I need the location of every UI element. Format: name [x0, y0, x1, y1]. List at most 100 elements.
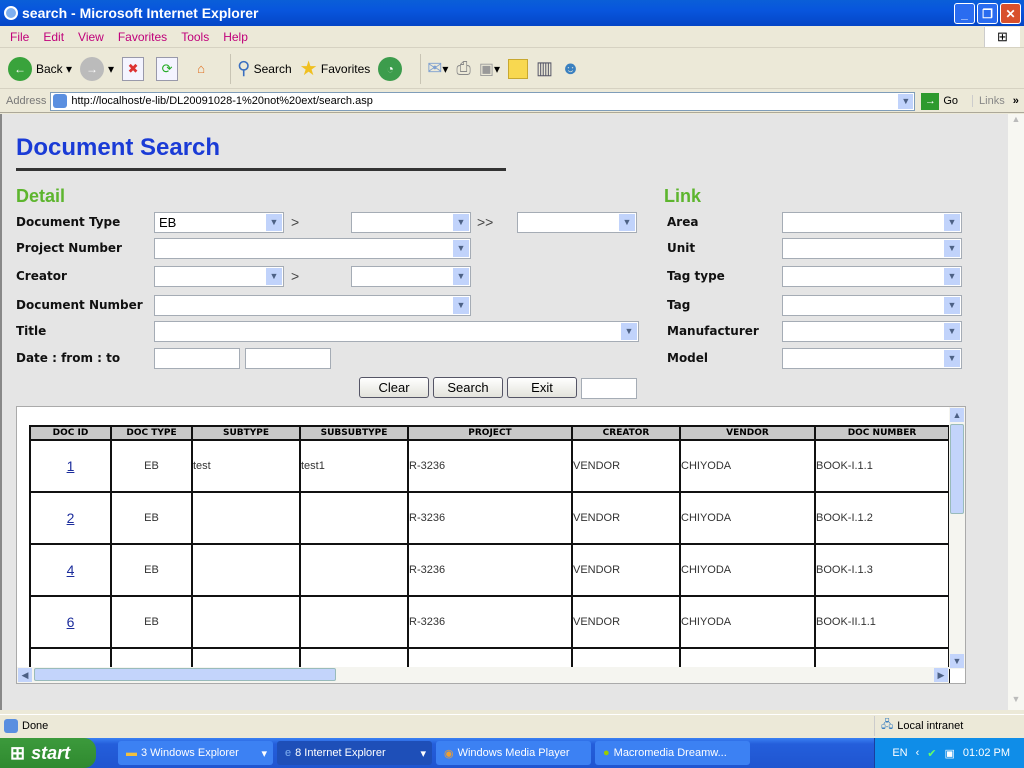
task-windows-explorer[interactable]: ▬ 3 Windows Explorer ▾ — [118, 741, 273, 765]
cell-subsubtype — [299, 595, 409, 649]
edit-icon[interactable]: ▣ — [479, 59, 494, 79]
separator: > — [291, 214, 300, 230]
tag-select[interactable]: ▼ — [782, 295, 962, 316]
document-subtype-select[interactable]: ▼ — [351, 212, 471, 233]
favorites-button[interactable]: ★ Favorites — [300, 56, 371, 81]
page-title: Document Search — [16, 134, 221, 161]
mail-icon[interactable]: ✉ — [427, 58, 442, 79]
cell-creator: VENDOR — [571, 491, 681, 545]
start-button[interactable]: ⊞ start — [0, 738, 96, 768]
model-select[interactable]: ▼ — [782, 348, 962, 369]
column-header: SUBTYPE — [191, 425, 301, 441]
menu-view[interactable]: View — [78, 30, 104, 44]
results-horizontal-scrollbar[interactable]: ◀ ▶ — [17, 667, 949, 683]
document-number-select[interactable]: ▼ — [154, 295, 471, 316]
search-button[interactable]: ⚲ Search — [237, 58, 292, 79]
language-indicator[interactable]: EN — [892, 747, 907, 759]
chevron-right-icon[interactable]: » — [1013, 95, 1019, 107]
results-vertical-scrollbar[interactable]: ▲ ▼ — [949, 407, 965, 669]
chevron-down-icon[interactable]: ▼ — [898, 93, 914, 109]
dreamweaver-icon: ● — [603, 747, 610, 759]
menu-tools[interactable]: Tools — [181, 30, 209, 44]
area-label: Area — [667, 215, 699, 229]
restore-button[interactable]: ❐ — [977, 3, 998, 24]
links-button[interactable]: Links — [972, 95, 1005, 107]
scroll-thumb[interactable] — [950, 424, 964, 514]
note-icon[interactable] — [507, 58, 528, 79]
column-header: DOC NUMBER — [814, 425, 950, 441]
manufacturer-select[interactable]: ▼ — [782, 321, 962, 342]
network-icon[interactable]: ▣ — [945, 747, 955, 760]
scroll-down-icon[interactable]: ▼ — [950, 654, 964, 668]
page-content: Document Search Detail Link Document Typ… — [0, 114, 1008, 710]
menu-edit[interactable]: Edit — [43, 30, 64, 44]
status-text: Done — [22, 719, 49, 732]
cell-project: R-3236 — [407, 439, 573, 493]
manufacturer-label: Manufacturer — [667, 324, 759, 338]
table-row: 4 EB R-3236 VENDOR CHIYODA BOOK-I.1.3 — [29, 543, 950, 597]
go-button[interactable]: → Go — [921, 92, 958, 110]
clear-button[interactable]: Clear — [359, 377, 429, 398]
menu-favorites[interactable]: Favorites — [118, 30, 167, 44]
doc-id-link[interactable]: 2 — [67, 510, 75, 526]
menu-help[interactable]: Help — [223, 30, 248, 44]
refresh-icon[interactable]: ⟳ — [156, 56, 179, 81]
chevron-down-icon: ▼ — [621, 323, 637, 340]
back-button[interactable]: ← Back ▾ — [8, 56, 72, 81]
chevron-down-icon: ▼ — [453, 297, 469, 314]
scroll-thumb[interactable] — [34, 668, 336, 681]
search-button[interactable]: Search — [433, 377, 503, 398]
cell-docnum: BOOK-I.1.1 — [814, 439, 950, 493]
cell-vendor: CHIYODA — [679, 491, 816, 545]
exit-button[interactable]: Exit — [507, 377, 577, 398]
toolbar: ← Back ▾ → ▾ ✖ ⟳ ⌂ ⚲ Search ★ Favorites ◔ … — [0, 49, 1024, 89]
creator-label: Creator — [16, 269, 67, 283]
cell-vendor: CHIYODA — [679, 595, 816, 649]
scroll-up-icon[interactable]: ▲ — [950, 408, 964, 422]
history-icon[interactable]: ◔ — [378, 56, 403, 81]
date-to-input[interactable] — [245, 348, 331, 369]
scroll-right-icon[interactable]: ▶ — [934, 668, 948, 682]
area-select[interactable]: ▼ — [782, 212, 962, 233]
task-dreamweaver[interactable]: ● Macromedia Dreamw... — [595, 741, 750, 765]
cell-type: EB — [110, 439, 193, 493]
task-media-player[interactable]: ◉ Windows Media Player — [436, 741, 591, 765]
doc-id-link[interactable]: 4 — [67, 562, 75, 578]
scroll-down-icon[interactable]: ▼ — [1008, 694, 1024, 710]
close-button[interactable]: ✕ — [1000, 3, 1021, 24]
document-subsubtype-select[interactable]: ▼ — [517, 212, 637, 233]
menu-file[interactable]: File — [10, 30, 29, 44]
page-vertical-scrollbar[interactable]: ▲ ▼ — [1008, 114, 1024, 710]
forward-button[interactable]: → ▾ — [80, 56, 114, 81]
address-input[interactable]: http://localhost/e-lib/DL20091028-1%20no… — [50, 91, 916, 111]
document-type-select[interactable]: EB ▼ — [154, 212, 284, 233]
stop-icon[interactable]: ✖ — [122, 56, 145, 81]
scroll-left-icon[interactable]: ◀ — [18, 668, 32, 682]
unit-select[interactable]: ▼ — [782, 238, 962, 259]
minimize-button[interactable]: _ — [954, 3, 975, 24]
doc-id-link[interactable]: 1 — [67, 458, 75, 474]
home-icon[interactable]: ⌂ — [190, 57, 212, 81]
model-label: Model — [667, 351, 709, 365]
unit-label: Unit — [667, 241, 696, 255]
column-header: DOC ID — [29, 425, 112, 441]
cell-id: 6 — [29, 595, 112, 649]
creator-select[interactable]: ▼ — [154, 266, 284, 287]
tag-type-select[interactable]: ▼ — [782, 266, 962, 287]
show-hidden-icons-icon[interactable]: ‹ — [916, 747, 920, 759]
date-from-input[interactable] — [154, 348, 240, 369]
title-select[interactable]: ▼ — [154, 321, 639, 342]
research-icon[interactable]: ▥ — [536, 58, 553, 79]
scroll-up-icon[interactable]: ▲ — [1008, 114, 1024, 130]
messenger-icon[interactable]: ☻ — [561, 58, 580, 79]
security-icon[interactable]: ✔ — [927, 747, 936, 760]
title-bar: search - Microsoft Internet Explorer _ ❐… — [0, 0, 1024, 26]
project-number-select[interactable]: ▼ — [154, 238, 471, 259]
task-internet-explorer[interactable]: e8 Internet Explorer ▾ — [277, 741, 432, 765]
print-icon[interactable]: ⎙ — [456, 58, 470, 79]
result-count-input[interactable] — [581, 378, 637, 399]
table-row: 1 EB test test1 R-3236 VENDOR CHIYODA BOOK-I.1.… — [29, 439, 950, 493]
date-label: Date : from : to — [16, 351, 121, 365]
doc-id-link[interactable]: 6 — [67, 614, 75, 630]
creator-sub-select[interactable]: ▼ — [351, 266, 471, 287]
